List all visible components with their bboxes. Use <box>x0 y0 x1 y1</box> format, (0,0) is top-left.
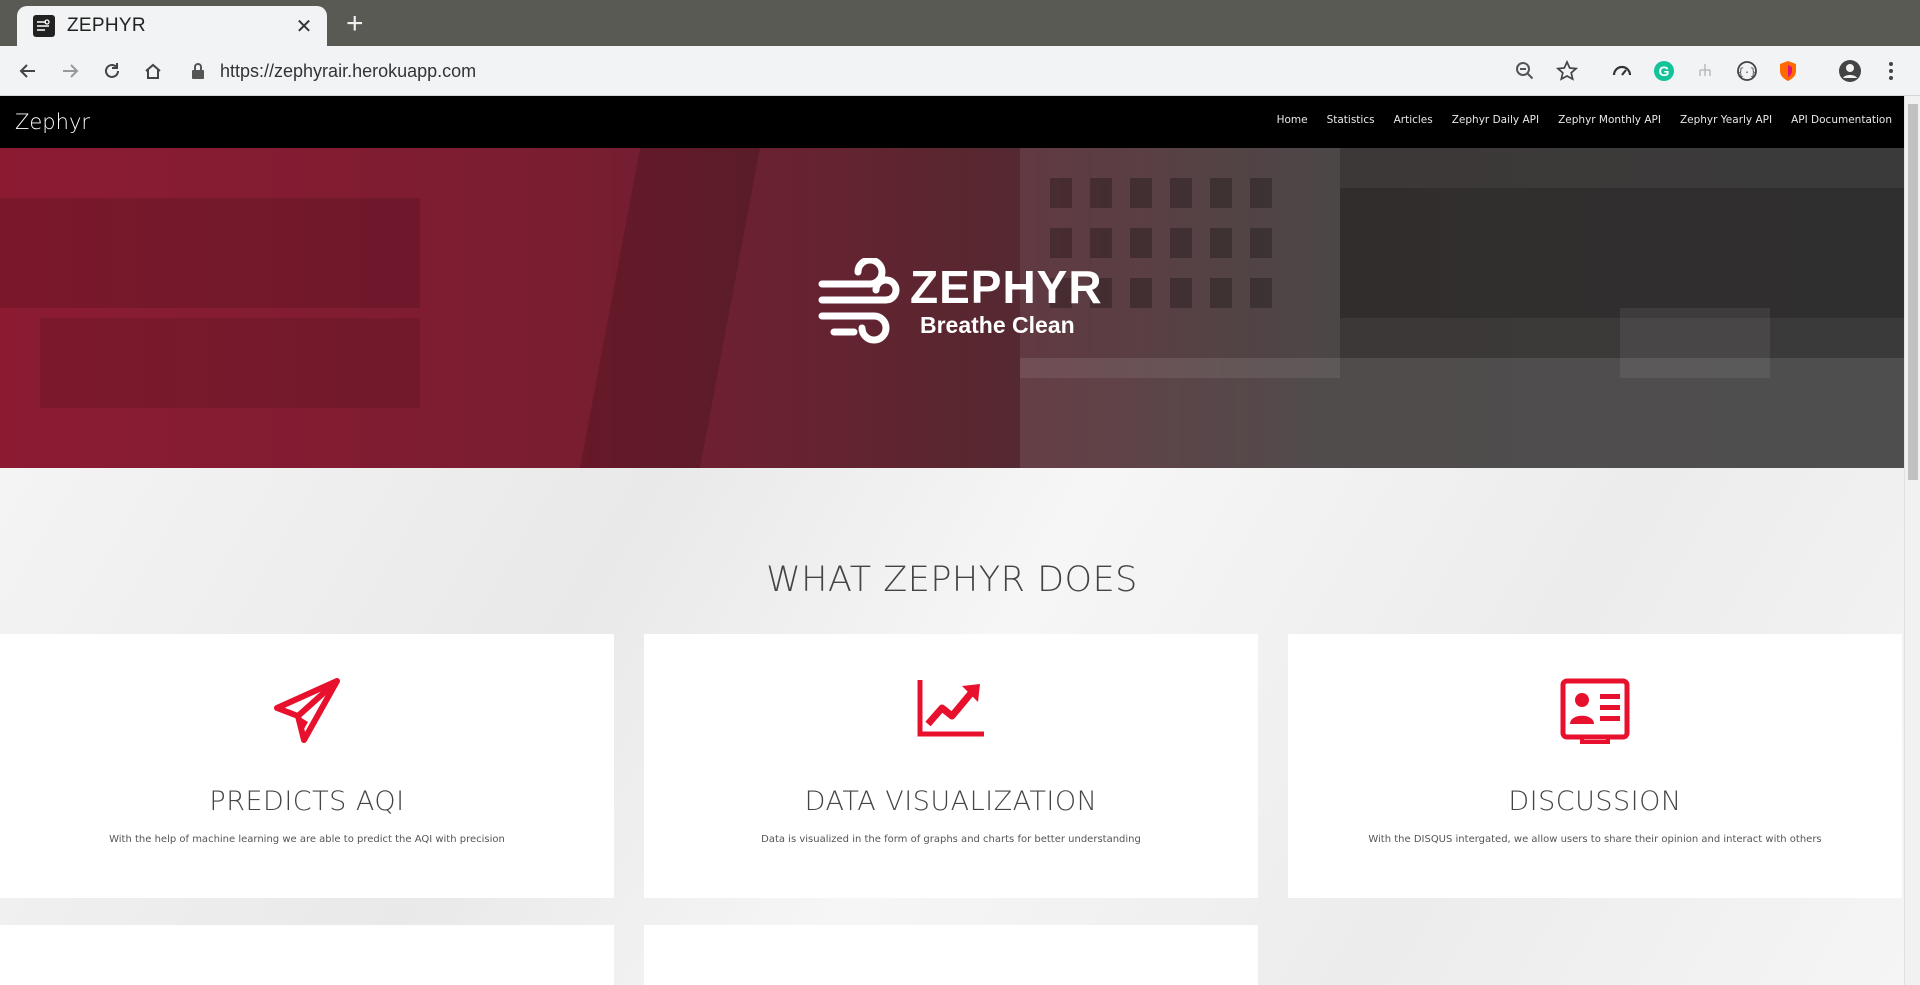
nav-link-statistics[interactable]: Statistics <box>1327 114 1375 126</box>
card-description: Data is visualized in the form of graphs… <box>761 834 1141 845</box>
lock-icon <box>192 63 204 79</box>
card-description: With the help of machine learning we are… <box>109 834 505 845</box>
nav-link-home[interactable]: Home <box>1277 114 1308 126</box>
card-title: DATA VISUALIZATION <box>804 786 1098 817</box>
url-text: https://zephyrair.herokuapp.com <box>220 60 477 81</box>
nav-link-yearly-api[interactable]: Zephyr Yearly API <box>1680 114 1772 126</box>
web-page: Zephyr Home Statistics Articles Zephyr D… <box>0 96 1904 985</box>
nav-link-articles[interactable]: Articles <box>1394 114 1433 126</box>
nav-links: Home Statistics Articles Zephyr Daily AP… <box>1258 114 1892 126</box>
hero-logo: ZEPHYR Breathe Clean <box>818 258 1103 344</box>
site-brand[interactable]: Zephyr <box>15 110 90 134</box>
menu-dots-icon[interactable] <box>1879 59 1903 83</box>
wind-logo-icon <box>818 258 900 344</box>
svg-text:{·}: {·} <box>1738 67 1756 79</box>
address-bar[interactable]: https://zephyrair.herokuapp.com <box>190 54 1610 88</box>
page-scrollbar[interactable] <box>1904 96 1920 985</box>
section-heading: WHAT ZEPHYR DOES <box>766 560 1138 600</box>
card-title: DISCUSSION <box>1508 786 1682 817</box>
feature-card-predicts-aqi: PREDICTS AQI With the help of machine le… <box>0 634 614 898</box>
id-card-icon <box>1560 678 1630 744</box>
scrollbar-thumb[interactable] <box>1908 104 1918 480</box>
profile-avatar-icon[interactable] <box>1838 59 1862 83</box>
nav-link-api-docs[interactable]: API Documentation <box>1791 114 1892 126</box>
browser-tab[interactable]: ZEPHYR ✕ <box>17 6 327 46</box>
close-tab-icon[interactable]: ✕ <box>293 14 315 39</box>
favicon-icon <box>33 15 55 37</box>
hero-title: ZEPHYR <box>910 261 1103 313</box>
feature-card-discussion: DISCUSSION With the DISQUS intergated, w… <box>1288 634 1902 898</box>
new-tab-button[interactable]: + <box>346 9 364 39</box>
card-title: PREDICTS AQI <box>209 786 405 817</box>
nav-link-monthly-api[interactable]: Zephyr Monthly API <box>1558 114 1661 126</box>
hero-banner: ZEPHYR Breathe Clean <box>0 148 1904 468</box>
nav-link-daily-api[interactable]: Zephyr Daily API <box>1452 114 1539 126</box>
reload-icon[interactable] <box>98 57 126 85</box>
feature-card-data-visualization: DATA VISUALIZATION Data is visualized in… <box>644 634 1258 898</box>
extension-tree-icon[interactable] <box>1693 59 1717 83</box>
home-icon[interactable] <box>139 57 167 85</box>
grammarly-icon[interactable]: G <box>1652 59 1676 83</box>
privacy-shield-icon[interactable] <box>1776 59 1800 83</box>
speed-gauge-icon[interactable] <box>1610 59 1634 83</box>
browser-tabstrip: ZEPHYR ✕ + <box>0 0 1920 46</box>
browser-toolbar: https://zephyrair.herokuapp.com G {·} <box>0 46 1920 96</box>
hero-subtitle: Breathe Clean <box>920 312 1075 338</box>
feature-card-partial <box>0 925 614 985</box>
feature-card-partial <box>644 925 1258 985</box>
features-section: WHAT ZEPHYR DOES PREDICTS AQI With the h… <box>0 468 1904 985</box>
zoom-icon[interactable] <box>1513 59 1537 83</box>
extension-brackets-icon[interactable]: {·} <box>1735 59 1759 83</box>
back-icon[interactable] <box>14 57 42 85</box>
site-navbar: Zephyr Home Statistics Articles Zephyr D… <box>0 96 1904 148</box>
paper-plane-icon <box>274 678 340 743</box>
card-description: With the DISQUS intergated, we allow use… <box>1368 834 1822 845</box>
svg-text:G: G <box>1659 63 1670 79</box>
bookmark-star-icon[interactable] <box>1555 59 1579 83</box>
line-chart-icon <box>917 680 984 737</box>
tab-title: ZEPHYR <box>67 15 146 36</box>
forward-icon[interactable] <box>56 57 84 85</box>
